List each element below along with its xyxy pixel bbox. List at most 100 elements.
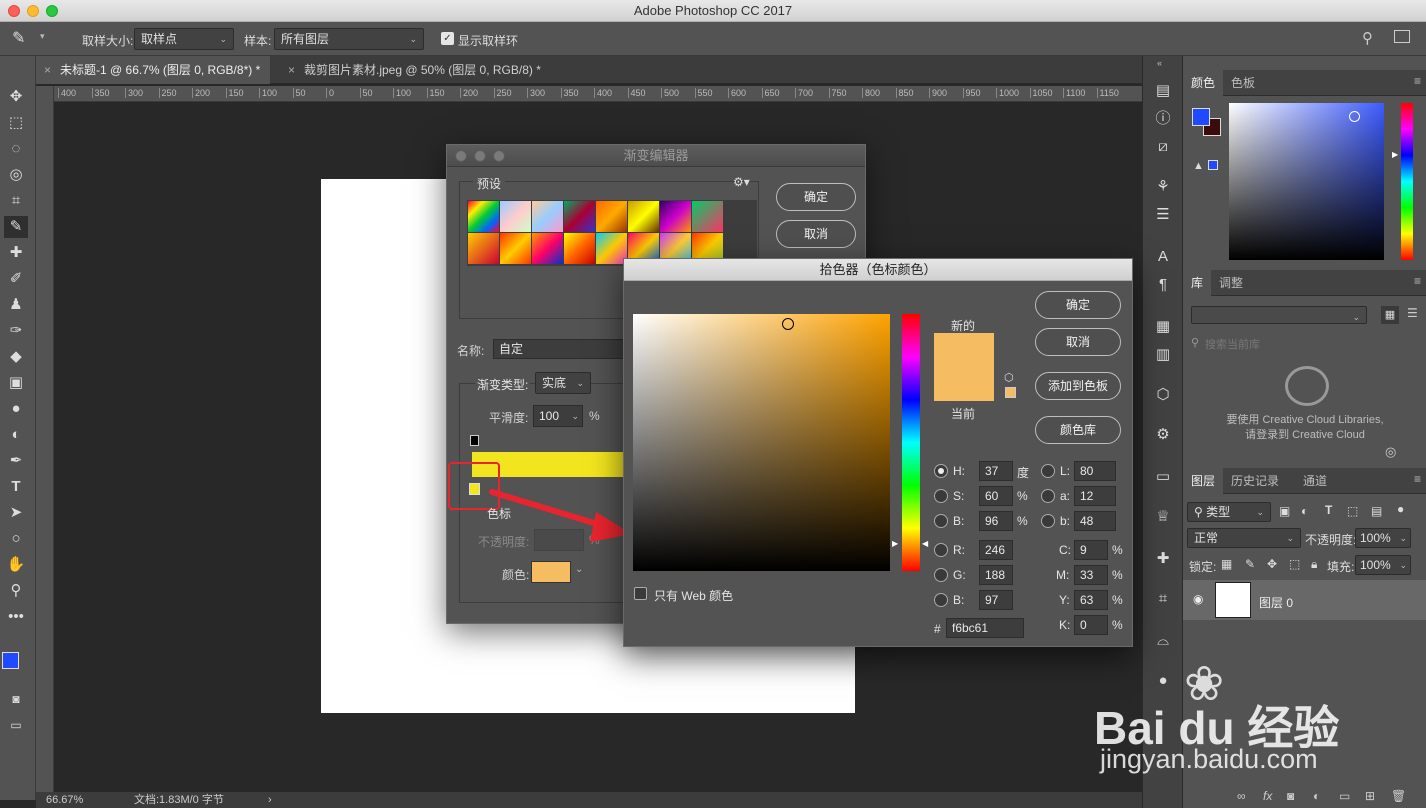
tab-crop-image[interactable]: × 裁剪图片素材.jpeg @ 50% (图层 0, RGB/8) * (280, 56, 551, 84)
tab-color[interactable]: 颜色 (1183, 70, 1224, 96)
l-input[interactable]: 80 (1074, 461, 1116, 481)
type-tool-icon[interactable]: T (4, 476, 28, 498)
eyedropper-tool-icon[interactable]: ✎ (4, 216, 28, 238)
h-radio[interactable] (934, 464, 948, 478)
web-colors-checkbox[interactable] (634, 587, 647, 600)
type-filter-icon[interactable]: T (1325, 503, 1332, 517)
brush-icon[interactable]: ⚘ (1151, 176, 1175, 198)
3d-icon[interactable]: ⬡ (1151, 384, 1175, 406)
filter-toggle-icon[interactable]: ● (1397, 502, 1404, 516)
preset-swatch[interactable] (500, 233, 531, 264)
cancel-button[interactable]: 取消 (776, 220, 856, 248)
move-tool-icon[interactable]: ✥ (4, 86, 28, 108)
color-libraries-button[interactable]: 颜色库 (1035, 416, 1121, 444)
pen-tool-icon[interactable]: ✒ (4, 450, 28, 472)
tab-swatches[interactable]: 色板 (1223, 70, 1263, 96)
preset-swatch[interactable] (468, 201, 499, 232)
screen-mode-icon[interactable]: ▭ (4, 714, 28, 736)
blue-input[interactable]: 97 (979, 590, 1013, 610)
gradient-tool-icon[interactable]: ▣ (4, 372, 28, 394)
opacity-stop[interactable] (470, 435, 479, 446)
k-input[interactable]: 0 (1074, 615, 1108, 635)
visibility-eye-icon[interactable]: ◉ (1193, 592, 1203, 606)
close-dialog-button[interactable] (455, 150, 467, 162)
opacity-input[interactable]: 100% ⌄ (1355, 528, 1411, 548)
chevron-down-icon[interactable]: ⌄ (575, 564, 583, 575)
layer-name[interactable]: 图层 0 (1259, 594, 1293, 611)
r-input[interactable]: 246 (979, 540, 1013, 560)
link-layers-icon[interactable]: ∞ (1237, 789, 1246, 803)
c-input[interactable]: 9 (1074, 540, 1108, 560)
gamut-swatch[interactable] (1208, 160, 1218, 170)
fill-input[interactable]: 100% ⌄ (1355, 555, 1411, 575)
lock-all-icon[interactable]: 🔒︎ (1311, 557, 1317, 572)
preset-swatch[interactable] (564, 233, 595, 264)
s-radio[interactable] (934, 489, 948, 503)
zoom-dialog-button[interactable] (493, 150, 505, 162)
healing-tool-icon[interactable]: ✚ (4, 242, 28, 264)
close-tab-icon[interactable]: × (288, 56, 295, 84)
brush-tool-icon[interactable]: ✐ (4, 268, 28, 290)
chevron-right-icon[interactable]: › (268, 792, 272, 808)
more-tools-icon[interactable]: ••• (4, 606, 28, 628)
shape-filter-icon[interactable]: ⬚ (1347, 504, 1358, 518)
tab-adjustments[interactable]: 调整 (1211, 270, 1251, 296)
add-mask-icon[interactable]: ◙ (1287, 789, 1294, 803)
brightness-input[interactable]: 96 (979, 511, 1013, 531)
layer-thumbnail[interactable] (1215, 582, 1251, 618)
eraser-tool-icon[interactable]: ◆ (4, 346, 28, 368)
add-to-swatches-button[interactable]: 添加到色板 (1035, 372, 1121, 400)
name-input[interactable]: 自定 (493, 339, 633, 359)
close-window-button[interactable] (8, 5, 20, 17)
navigator-icon[interactable]: ⌗ (1151, 588, 1175, 610)
preset-swatch[interactable] (692, 201, 723, 232)
lab-b-radio[interactable] (1041, 514, 1055, 528)
stop-color-swatch[interactable] (531, 561, 571, 583)
chevron-down-icon[interactable]: ▾ (40, 31, 45, 42)
group-icon[interactable]: ▭ (1339, 789, 1350, 803)
panel-menu-icon[interactable]: ≡ (1414, 274, 1421, 288)
hue-bar[interactable] (902, 314, 920, 571)
gear-icon[interactable]: ⚙▾ (733, 175, 750, 189)
blue-radio[interactable] (934, 593, 948, 607)
gradient-type-select[interactable]: 实底 ⌄ (535, 372, 591, 394)
library-select[interactable]: ⌄ (1191, 306, 1367, 324)
pixel-filter-icon[interactable]: ▣ (1279, 504, 1290, 518)
minimize-dialog-button[interactable] (474, 150, 486, 162)
tab-history[interactable]: 历史记录 (1223, 468, 1287, 494)
tab-libraries[interactable]: 库 (1183, 270, 1212, 296)
ok-button[interactable]: 确定 (1035, 291, 1121, 319)
workspace-icon[interactable] (1394, 30, 1410, 43)
lock-artboard-icon[interactable]: ⬚ (1289, 557, 1300, 571)
tab-channels[interactable]: 通道 (1295, 468, 1335, 494)
quick-mask-icon[interactable]: ◙ (4, 688, 28, 710)
b-radio[interactable] (934, 514, 948, 528)
a-input[interactable]: 12 (1074, 486, 1116, 506)
hue-slider-handle[interactable]: ▶ (1392, 150, 1398, 159)
preset-swatch[interactable] (660, 201, 691, 232)
dodge-tool-icon[interactable]: ◐ (4, 424, 28, 446)
character-icon[interactable]: A (1151, 246, 1175, 268)
lock-image-icon[interactable]: ✎ (1245, 557, 1255, 571)
hue-right-handle[interactable]: ◀ (922, 539, 928, 548)
marquee-tool-icon[interactable]: ⬚ (4, 112, 28, 134)
maximize-window-button[interactable] (46, 5, 58, 17)
r-radio[interactable] (934, 543, 948, 557)
adjustment-layer-icon[interactable]: ◐ (1313, 789, 1320, 803)
zoom-tool-icon[interactable]: ⚲ (4, 580, 28, 602)
foreground-color-swatch[interactable] (2, 652, 19, 669)
color-field-cursor[interactable] (1349, 111, 1360, 122)
tab-untitled[interactable]: × 未标题-1 @ 66.7% (图层 0, RGB/8*) * (36, 56, 271, 84)
blend-mode-select[interactable]: 正常 ⌄ (1187, 528, 1301, 548)
warning-icon[interactable]: ▲ (1193, 160, 1204, 172)
ok-button[interactable]: 确定 (776, 183, 856, 211)
sample-select[interactable]: 所有图层 ⌄ (274, 28, 424, 50)
info-icon[interactable]: ⓘ (1151, 108, 1175, 130)
zoom-level[interactable]: 66.67% (46, 792, 83, 808)
lock-position-icon[interactable]: ✥ (1267, 557, 1277, 571)
search-icon[interactable]: ⚲ (1362, 29, 1373, 47)
blur-tool-icon[interactable]: ● (4, 398, 28, 420)
h-input[interactable]: 37 (979, 461, 1013, 481)
m-input[interactable]: 33 (1074, 565, 1108, 585)
lasso-tool-icon[interactable]: ◌ (4, 138, 28, 160)
